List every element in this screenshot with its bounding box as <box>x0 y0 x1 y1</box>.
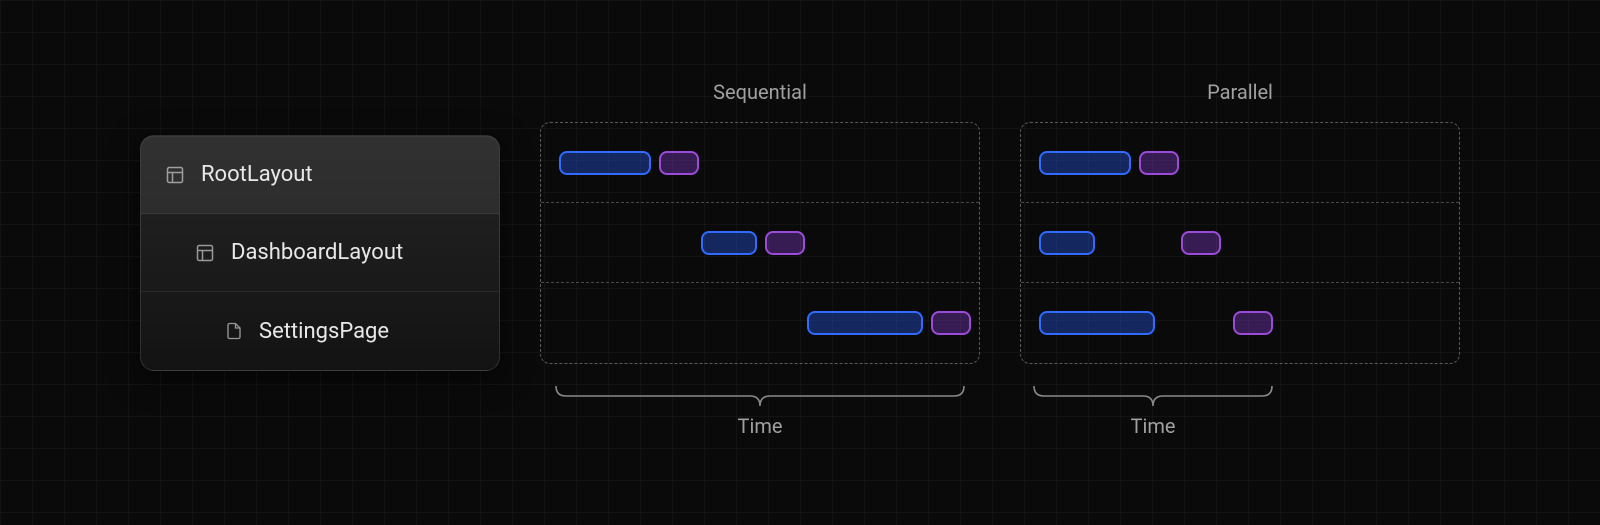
layer-row-settings: SettingsPage <box>141 292 499 370</box>
layer-row-dashboard: DashboardLayout <box>141 214 499 292</box>
segment-render <box>931 311 971 335</box>
segment-render <box>765 231 805 255</box>
timeline-row <box>541 283 979 363</box>
timeline-row <box>541 203 979 283</box>
heading-sequential: Sequential <box>540 80 980 104</box>
diagram-stage: RootLayout DashboardLayout SettingsPage … <box>140 80 1460 438</box>
segment-fetch <box>559 151 651 175</box>
time-brace-sequential: Time <box>540 384 980 438</box>
heading-parallel: Parallel <box>1020 80 1460 104</box>
timeline-row <box>1021 283 1459 363</box>
segment-render <box>1233 311 1273 335</box>
layout-icon <box>195 243 215 263</box>
layer-tree-card: RootLayout DashboardLayout SettingsPage <box>140 135 500 371</box>
segment-fetch <box>1039 231 1095 255</box>
layer-label: RootLayout <box>201 162 313 187</box>
timeline-row <box>1021 203 1459 283</box>
timeline-row <box>1021 123 1459 203</box>
timelines-container: Sequential Parallel Time Time <box>540 80 1460 438</box>
segment-fetch <box>1039 311 1155 335</box>
time-label: Time <box>738 414 783 438</box>
segment-render <box>1181 231 1221 255</box>
layer-label: SettingsPage <box>259 319 389 344</box>
segment-render <box>1139 151 1179 175</box>
page-icon <box>225 321 243 341</box>
time-label: Time <box>1028 414 1278 438</box>
timeline-sequential <box>540 122 980 364</box>
layout-icon <box>165 165 185 185</box>
segment-fetch <box>807 311 923 335</box>
timeline-parallel <box>1020 122 1460 364</box>
time-brace-parallel: Time <box>1020 384 1460 438</box>
segment-fetch <box>1039 151 1131 175</box>
layer-label: DashboardLayout <box>231 240 403 265</box>
layer-row-root: RootLayout <box>141 136 499 214</box>
timeline-row <box>541 123 979 203</box>
segment-render <box>659 151 699 175</box>
segment-fetch <box>701 231 757 255</box>
